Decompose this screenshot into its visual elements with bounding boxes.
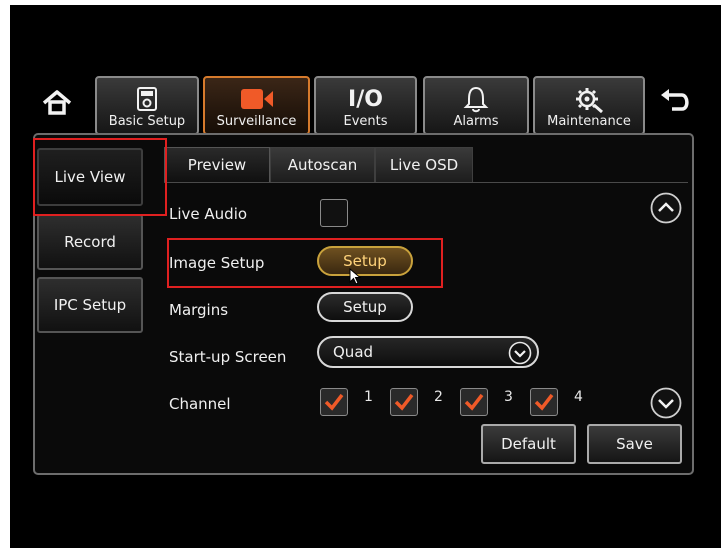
subtab-bar: Preview Autoscan Live OSD	[164, 147, 473, 183]
scroll-up-button[interactable]	[650, 192, 682, 224]
tab-label: Alarms	[453, 114, 499, 129]
live-audio-checkbox[interactable]	[320, 199, 348, 227]
scroll-down-button[interactable]	[650, 387, 682, 419]
tab-maintenance[interactable]: Maintenance	[533, 76, 645, 135]
divider	[164, 182, 688, 183]
tab-events[interactable]: I/O Events	[314, 76, 417, 135]
save-button[interactable]: Save	[587, 424, 682, 464]
startup-screen-select[interactable]: Quad	[317, 336, 539, 368]
sidebar-item-label: Live View	[54, 168, 126, 186]
startup-screen-label: Start-up Screen	[169, 348, 287, 366]
tab-preview[interactable]: Preview	[164, 147, 270, 183]
margins-setup-button[interactable]: Setup	[317, 292, 413, 322]
tab-label: Maintenance	[547, 114, 631, 129]
sidebar-item-record[interactable]: Record	[37, 214, 143, 270]
tab-basic-setup[interactable]: Basic Setup	[95, 76, 199, 135]
image-setup-label: Image Setup	[169, 254, 265, 272]
startup-screen-value: Quad	[333, 343, 374, 361]
tab-label: Live OSD	[389, 156, 459, 174]
live-audio-label: Live Audio	[169, 205, 248, 223]
home-icon	[42, 90, 72, 115]
gear-wrench-icon	[574, 84, 604, 114]
tab-label: Surveillance	[216, 114, 297, 129]
sidebar-item-label: IPC Setup	[53, 296, 127, 314]
checkmark-icon	[464, 393, 484, 411]
back-arrow-icon	[661, 89, 689, 111]
tab-label: Events	[343, 114, 388, 129]
sidebar-item-label: Record	[64, 233, 116, 251]
checkmark-icon	[534, 393, 554, 411]
tab-label: Preview	[187, 156, 247, 174]
channel-number: 3	[504, 389, 513, 405]
tab-surveillance[interactable]: Surveillance	[203, 76, 310, 135]
chevron-down-icon	[508, 341, 532, 365]
margins-label: Margins	[169, 301, 229, 319]
settings-page-icon	[135, 84, 159, 114]
channel-number: 4	[574, 389, 583, 405]
mouse-cursor-icon	[349, 268, 362, 285]
tab-label: Autoscan	[287, 156, 358, 174]
checkmark-icon	[324, 393, 344, 411]
tab-live-osd[interactable]: Live OSD	[375, 147, 473, 183]
sidebar-item-live-view[interactable]: Live View	[37, 148, 143, 206]
channel-1-checkbox[interactable]	[320, 388, 348, 416]
channel-number: 1	[364, 389, 373, 405]
default-button[interactable]: Default	[481, 424, 576, 464]
camera-icon	[237, 84, 277, 114]
checkmark-icon	[394, 393, 414, 411]
channel-4-checkbox[interactable]	[530, 388, 558, 416]
channel-label: Channel	[169, 395, 231, 413]
sidebar-item-ipc-setup[interactable]: IPC Setup	[37, 277, 143, 333]
tab-alarms[interactable]: Alarms	[423, 76, 529, 135]
back-button[interactable]	[655, 84, 695, 120]
channel-3-checkbox[interactable]	[460, 388, 488, 416]
home-button[interactable]	[37, 84, 77, 120]
image-setup-button[interactable]: Setup	[317, 246, 413, 276]
io-icon: I/O	[348, 86, 383, 112]
bell-icon	[463, 84, 489, 114]
channel-number: 2	[434, 389, 443, 405]
tab-autoscan[interactable]: Autoscan	[270, 147, 375, 183]
tab-label: Basic Setup	[108, 114, 186, 129]
channel-2-checkbox[interactable]	[390, 388, 418, 416]
